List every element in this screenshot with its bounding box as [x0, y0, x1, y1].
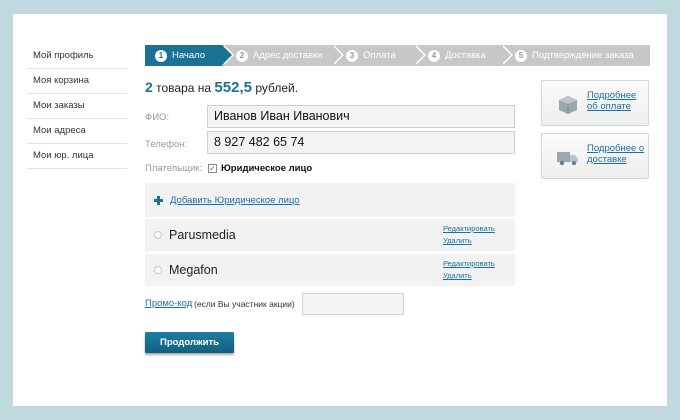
- sidebar-item-orders[interactable]: Мои заказы: [27, 94, 127, 119]
- delete-link[interactable]: Удалить: [443, 271, 472, 280]
- step-delivery[interactable]: 4 Доставка: [414, 45, 513, 66]
- fio-label: ФИО:: [145, 112, 170, 123]
- summary-text: товара на: [156, 81, 212, 95]
- payment-info-link[interactable]: Подробнее об оплате: [587, 90, 647, 112]
- step-payment[interactable]: 3 Оплата: [332, 45, 426, 66]
- step-address[interactable]: 2 Адрес доставки: [222, 45, 344, 66]
- phone-field[interactable]: 8 927 482 65 74: [207, 131, 515, 154]
- step-number: 4: [428, 49, 440, 62]
- step-label: Оплата: [363, 50, 396, 61]
- legal-entity-radio[interactable]: [154, 231, 162, 239]
- step-label: Адрес доставки: [253, 50, 323, 61]
- continue-button[interactable]: Продолжить: [145, 332, 234, 353]
- sidebar-item-profile[interactable]: Мой профиль: [27, 44, 127, 69]
- payer-label: Плательщик:: [145, 163, 203, 174]
- truck-icon: [557, 152, 578, 166]
- step-number: 5: [515, 49, 527, 62]
- legal-entity-checkbox-label: Юридическое лицо: [221, 163, 313, 174]
- legal-entity-name: Megafon: [169, 263, 218, 277]
- delete-link[interactable]: Удалить: [443, 236, 472, 245]
- item-count: 2: [145, 79, 153, 95]
- step-confirm[interactable]: 5 Подтверждение заказа: [501, 45, 650, 66]
- delivery-info-box[interactable]: Подробнее о доставке: [541, 133, 649, 179]
- promo-code-input[interactable]: [302, 293, 404, 315]
- sidebar-item-cart[interactable]: Моя корзина: [27, 69, 127, 94]
- add-legal-entity-link[interactable]: Добавить Юридическое лицо: [170, 195, 300, 206]
- delivery-info-link[interactable]: Подробнее о доставке: [587, 143, 647, 165]
- wallet-icon: [559, 96, 577, 114]
- step-number: 1: [155, 49, 167, 62]
- summary-currency: рублей.: [255, 81, 299, 95]
- step-label: Доставка: [445, 50, 486, 61]
- sidebar: Мой профиль Моя корзина Мои заказы Мои а…: [27, 44, 127, 169]
- legal-entity-radio[interactable]: [154, 266, 162, 274]
- promo-code-link[interactable]: Промо-код: [145, 298, 192, 309]
- step-number: 2: [236, 49, 248, 62]
- promo-note: (если Вы участник акции): [194, 299, 295, 309]
- order-summary: 2 товара на 552,5 рублей.: [145, 79, 298, 96]
- edit-link[interactable]: Редактировать: [443, 224, 495, 233]
- step-start[interactable]: 1 Начало: [145, 45, 234, 66]
- legal-entity-name: Parusmedia: [169, 228, 236, 242]
- step-label: Начало: [172, 50, 206, 61]
- checkout-steps: 1 Начало 2 Адрес доставки 3 Оплата 4 Дос…: [145, 45, 650, 66]
- step-number: 3: [346, 49, 358, 62]
- edit-link[interactable]: Редактировать: [443, 259, 495, 268]
- payment-info-box[interactable]: Подробнее об оплате: [541, 80, 649, 126]
- legal-entity-checkbox[interactable]: ✓: [208, 164, 217, 173]
- fio-field[interactable]: Иванов Иван Иванович: [207, 105, 515, 128]
- plus-icon[interactable]: [154, 196, 163, 205]
- phone-label: Телефон:: [145, 139, 188, 150]
- sidebar-item-legal-entities[interactable]: Мои юр. лица: [27, 144, 127, 169]
- step-label: Подтверждение заказа: [532, 50, 634, 61]
- order-amount: 552,5: [214, 79, 252, 96]
- sidebar-item-addresses[interactable]: Мои адреса: [27, 119, 127, 144]
